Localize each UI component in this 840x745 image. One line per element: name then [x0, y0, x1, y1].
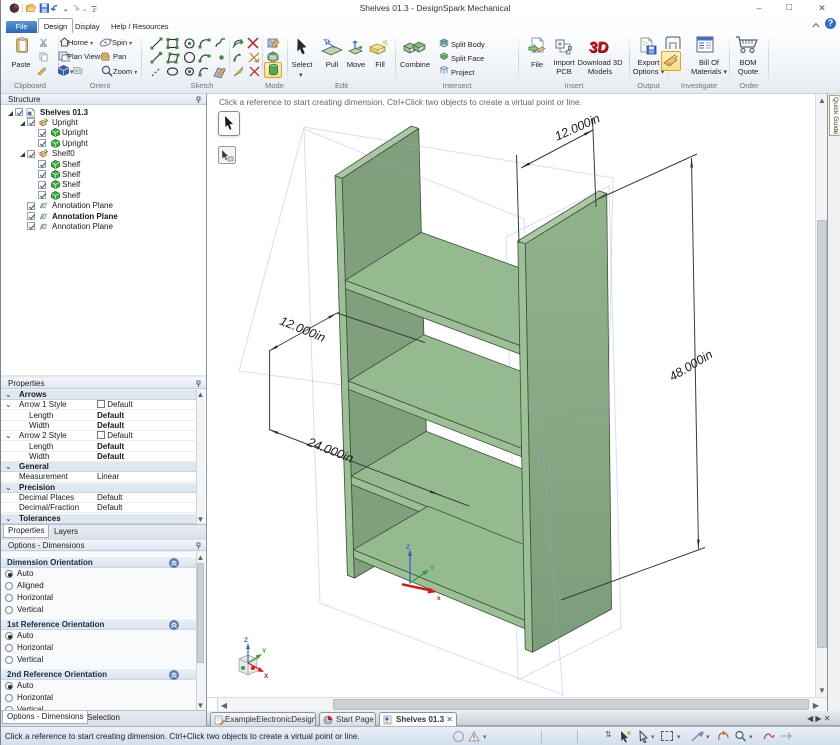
svg-text:Y: Y: [430, 565, 435, 572]
svg-text:x: x: [437, 595, 441, 602]
svg-text:Z: Z: [406, 544, 410, 551]
svg-text:48.000in: 48.000in: [667, 347, 715, 384]
svg-text:Y: Y: [262, 648, 267, 655]
svg-text:X: X: [264, 673, 269, 680]
svg-text:Z: Z: [244, 637, 248, 644]
svg-text:12.000in: 12.000in: [278, 314, 328, 345]
